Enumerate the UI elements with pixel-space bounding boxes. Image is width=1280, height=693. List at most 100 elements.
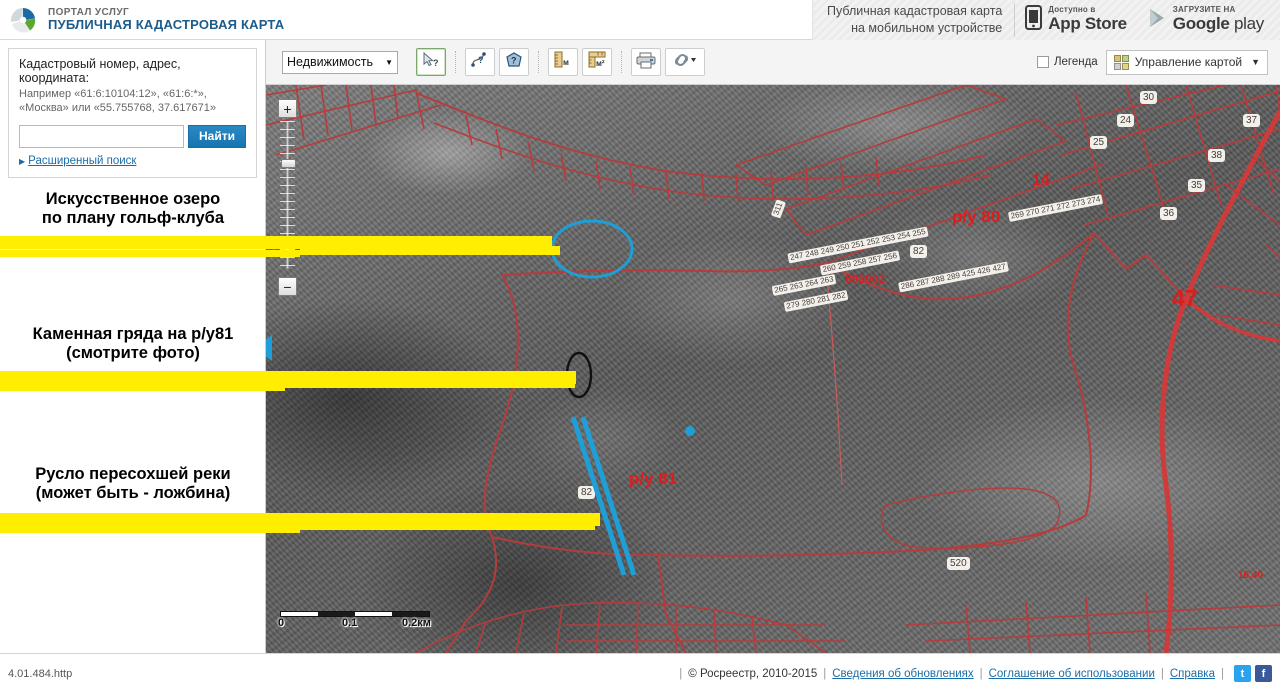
ruler-area-icon: м² bbox=[586, 50, 608, 74]
link-tool-button[interactable] bbox=[665, 48, 705, 76]
google-play-badge[interactable]: ЗАГРУЗИТЕ НА Google play bbox=[1137, 3, 1274, 37]
map-management-button[interactable]: Управление картой ▼ bbox=[1106, 50, 1268, 75]
map-number: 36 bbox=[1160, 207, 1177, 220]
footer-divider: | bbox=[823, 668, 826, 680]
annotation-note-stone-ridge-line-2: (смотрите фото) bbox=[0, 344, 266, 363]
highlight-bar-river-thin bbox=[0, 526, 300, 533]
annotation-note-dry-riverbed: Русло пересохшей реки (может быть - ложб… bbox=[0, 465, 266, 503]
public-cadastral-map-app: ПОРТАЛ УСЛУГ ПУБЛИЧНАЯ КАДАСТРОВАЯ КАРТА… bbox=[0, 0, 1280, 693]
google-play-text: ЗАГРУЗИТЕ НА Google play bbox=[1173, 6, 1264, 33]
map-scalebar: 0 0.1 0.2км bbox=[280, 611, 430, 631]
page-footer: 4.01.484.http | © Росреестр, 2010-2015 |… bbox=[0, 653, 1280, 693]
chevron-down-icon: ▼ bbox=[1251, 57, 1260, 67]
search-hint-line-1: Например «61:6:10104:12», «61:6:*», bbox=[19, 87, 246, 101]
search-input[interactable] bbox=[19, 125, 184, 148]
map-number: 24 bbox=[1117, 114, 1134, 127]
line-query-tool-button[interactable]: ? bbox=[465, 48, 495, 76]
footer-link-help[interactable]: Справка bbox=[1170, 668, 1215, 680]
search-hint-line-2: «Москва» или «55.755768, 37.617671» bbox=[19, 101, 246, 115]
search-panel: Кадастровый номер, адрес, координата: На… bbox=[8, 48, 257, 178]
map-viewport[interactable]: 247 248 249 250 251 252 253 254 255 260 … bbox=[266, 85, 1280, 653]
svg-text:?: ? bbox=[511, 55, 517, 65]
google-play-word-google: Google bbox=[1173, 14, 1230, 33]
legend-checkbox-box[interactable] bbox=[1037, 56, 1049, 68]
app-store-text: Доступно в App Store bbox=[1048, 6, 1127, 33]
advanced-search-label: Расширенный поиск bbox=[28, 155, 136, 167]
footer-links: | © Росреестр, 2010-2015 | Сведения об о… bbox=[673, 665, 1280, 682]
footer-link-updates[interactable]: Сведения об обновлениях bbox=[832, 668, 973, 680]
app-store-badge[interactable]: Доступно в App Store bbox=[1015, 3, 1137, 37]
search-button[interactable]: Найти bbox=[188, 125, 246, 148]
toolbar-divider bbox=[455, 51, 456, 73]
scalebar-label-0: 0 bbox=[278, 617, 284, 629]
brand-block[interactable]: ПОРТАЛ УСЛУГ ПУБЛИЧНАЯ КАДАСТРОВАЯ КАРТА bbox=[0, 0, 284, 40]
measure-area-tool-button[interactable]: м² bbox=[582, 48, 612, 76]
ruler-length-icon: м bbox=[552, 50, 574, 74]
map-toolbar: Недвижимость ▼ ? ? bbox=[266, 40, 1280, 85]
google-play-word-play: play bbox=[1234, 14, 1264, 33]
footer-copyright: © Росреестр, 2010-2015 bbox=[688, 668, 817, 680]
toolbar-divider bbox=[621, 51, 622, 73]
chevron-down-icon: ▼ bbox=[385, 58, 393, 67]
map-red-label-ru81: р/у 81 bbox=[629, 469, 677, 489]
stone-ridge-arrow-icon bbox=[266, 333, 274, 368]
highlight-bar-ridge-thin bbox=[0, 384, 285, 391]
scalebar-label-mid: 0.1 bbox=[342, 617, 357, 629]
mobile-app-promo: Публичная кадастровая карта на мобильном… bbox=[812, 0, 1280, 40]
zoom-in-button[interactable]: + bbox=[278, 99, 297, 118]
advanced-search-link[interactable]: ▶Расширенный поиск bbox=[19, 155, 246, 167]
map-number: 37 bbox=[1243, 114, 1260, 127]
map-number: 82 bbox=[910, 245, 927, 258]
svg-text:м²: м² bbox=[596, 59, 605, 68]
search-panel-hint: Например «61:6:10104:12», «61:6:*», «Мос… bbox=[19, 87, 246, 116]
highlight-bar-lake-thin bbox=[0, 250, 300, 257]
highlight-bar-ridge-ext bbox=[285, 379, 575, 388]
highlight-bar-lake-ext bbox=[300, 246, 560, 255]
chevron-right-icon: ▶ bbox=[19, 157, 25, 166]
legend-checkbox-label: Легенда bbox=[1054, 56, 1098, 68]
measure-length-tool-button[interactable]: м bbox=[548, 48, 578, 76]
svg-text:?: ? bbox=[433, 58, 439, 68]
twitter-icon[interactable]: t bbox=[1234, 665, 1251, 682]
print-tool-button[interactable] bbox=[631, 48, 661, 76]
search-row: Найти bbox=[19, 125, 246, 148]
map-number: 25 bbox=[1090, 136, 1107, 149]
select-info-tool-button[interactable]: ? bbox=[416, 48, 446, 76]
map-red-label-1640: 16.40 bbox=[1238, 570, 1263, 581]
brand-title: ПУБЛИЧНАЯ КАДАСТРОВАЯ КАРТА bbox=[48, 18, 284, 33]
facebook-icon[interactable]: f bbox=[1255, 665, 1272, 682]
map-number: 82 bbox=[578, 486, 595, 499]
layers-grid-icon bbox=[1114, 55, 1129, 70]
svg-text:м: м bbox=[563, 58, 569, 67]
annotation-note-dry-riverbed-line-1: Русло пересохшей реки bbox=[0, 465, 266, 484]
page-header: ПОРТАЛ УСЛУГ ПУБЛИЧНАЯ КАДАСТРОВАЯ КАРТА… bbox=[0, 0, 1280, 40]
build-version: 4.01.484.http bbox=[8, 668, 72, 680]
annotation-note-lake-line-1: Искусственное озеро bbox=[0, 190, 266, 209]
highlight-bar-river-ext bbox=[300, 521, 595, 530]
zoom-slider-handle[interactable] bbox=[281, 159, 296, 168]
rosreestr-logo-icon bbox=[8, 5, 38, 35]
left-sidebar: Кадастровый номер, адрес, координата: На… bbox=[0, 40, 266, 653]
map-red-label-47: 47 bbox=[1172, 285, 1198, 312]
footer-link-agreement[interactable]: Соглашение об использовании bbox=[989, 668, 1155, 680]
footer-divider: | bbox=[679, 668, 682, 680]
polygon-query-tool-button[interactable]: ? bbox=[499, 48, 529, 76]
polyline-question-icon: ? bbox=[470, 51, 490, 74]
app-store-big: App Store bbox=[1048, 14, 1127, 33]
layer-type-select[interactable]: Недвижимость ▼ bbox=[282, 51, 398, 74]
mobile-promo-text: Публичная кадастровая карта на мобильном… bbox=[827, 3, 1015, 37]
zoom-slider-control[interactable]: + − bbox=[278, 99, 300, 118]
brand-text: ПОРТАЛ УСЛУГ ПУБЛИЧНАЯ КАДАСТРОВАЯ КАРТА bbox=[48, 7, 284, 33]
footer-divider: | bbox=[1161, 668, 1164, 680]
google-play-triangle-icon bbox=[1147, 7, 1167, 34]
mobile-promo-line-1: Публичная кадастровая карта bbox=[827, 3, 1002, 20]
map-management-label: Управление картой bbox=[1135, 55, 1242, 69]
footer-divider: | bbox=[1221, 668, 1224, 680]
mobile-promo-line-2: на мобильном устройстве bbox=[827, 20, 1002, 37]
map-number: 30 bbox=[1140, 91, 1157, 104]
map-number: 38 bbox=[1208, 149, 1225, 162]
zoom-out-button[interactable]: − bbox=[278, 277, 297, 296]
svg-text:?: ? bbox=[478, 55, 484, 65]
map-number: 520 bbox=[947, 557, 970, 570]
legend-checkbox[interactable]: Легенда bbox=[1037, 56, 1098, 68]
